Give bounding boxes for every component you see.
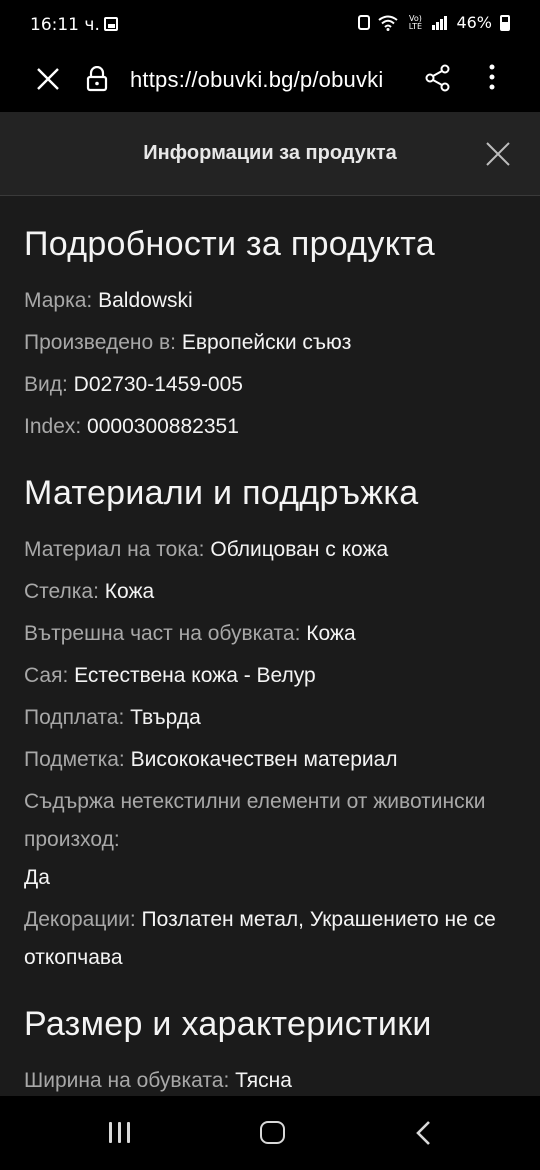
detail-row: Сая: Естествена кожа - Велур [24,657,516,695]
detail-label: Материал на тока: [24,538,211,561]
detail-value: Да [24,866,50,889]
product-details-section: Подробности за продукта Марка: Baldowski… [24,225,516,446]
detail-row: Марка: Baldowski [24,282,516,320]
detail-label: Сая: [24,664,75,687]
lock-icon[interactable] [86,66,108,92]
detail-label: Стелка: [24,580,105,603]
close-tab-icon[interactable] [34,65,62,93]
detail-value: Кожа [104,580,155,603]
detail-value: Кожа [306,622,356,645]
share-icon[interactable] [425,64,451,92]
browser-toolbar: https://obuvki.bg/p/obuvki [0,48,540,112]
detail-value: 0000300882351 [87,415,239,438]
home-icon[interactable] [260,1121,285,1144]
detail-label: Ширина на обувката: [24,1069,236,1092]
section-title: Размер и характеристики [24,1005,432,1043]
signal-icon [432,15,448,30]
detail-label: Вид: [24,373,74,396]
size-section: Размер и характеристики Ширина на обувка… [24,1005,516,1096]
detail-value: Облицован с кожа [210,538,389,561]
gallery-notification-icon [104,17,118,31]
detail-label: Вътрешна част на обувката: [24,622,307,645]
status-icons: Vo) LTE 46% [358,13,510,32]
detail-row: Вид: D02730-1459-005 [24,366,516,404]
detail-row: Подплата: Твърда [24,699,516,737]
back-icon[interactable] [414,1120,434,1146]
detail-row: Подметка: Висококачествен материал [24,741,516,779]
detail-row: Съдържа нетекстилни елементи от животинс… [24,783,516,897]
battery-percent: 46% [456,13,492,32]
detail-value: Европейски съюз [181,331,352,354]
detail-row: Стелка: Кожа [24,573,516,611]
detail-row: Произведено в: Европейски съюз [24,324,516,362]
detail-label: Подметка: [24,748,131,771]
detail-row: Вътрешна част на обувката: Кожа [24,615,516,653]
recents-icon[interactable] [109,1122,130,1143]
system-nav-bar [0,1096,540,1170]
detail-label: Подплата: [24,706,131,729]
sheet-header: Информации за продукта [0,112,540,196]
detail-value: Твърда [130,706,201,729]
url-field[interactable]: https://obuvki.bg/p/obuvki [130,67,404,93]
detail-row: Материал на тока: Облицован с кожа [24,531,516,569]
sheet-title: Информации за продукта [143,142,397,164]
detail-row: Ширина на обувката: Тясна [24,1062,516,1096]
volte-label: Vo) LTE [408,13,423,31]
detail-label: Произведено в: [24,331,182,354]
detail-value: Висококачествен материал [130,748,398,771]
detail-label: Съдържа нетекстилни елементи от животинс… [24,790,486,851]
battery-icon [500,14,510,31]
materials-section: Материали и поддръжка Материал на тока: … [24,474,516,977]
detail-label: Index: [24,415,88,438]
status-time: 16:11 ч. [30,15,100,35]
section-title: Материали и поддръжка [24,474,419,512]
section-title: Подробности за продукта [24,225,435,263]
detail-row: Index: 0000300882351 [24,408,516,446]
close-sheet-icon[interactable] [484,140,512,168]
detail-label: Декорации: [24,908,142,931]
status-bar: 16:11 ч. Vo) LTE 46% [0,0,540,48]
detail-value: Baldowski [98,289,193,312]
more-options-icon[interactable] [482,62,502,92]
battery-saver-icon [358,15,371,30]
detail-value: D02730-1459-005 [73,373,243,396]
detail-value: Естествена кожа - Велур [74,664,316,687]
detail-value: Тясна [235,1069,292,1092]
detail-row: Декорации: Позлатен метал, Украшението н… [24,901,516,977]
product-info-content[interactable]: Подробности за продукта Марка: Baldowski… [0,197,540,1096]
detail-label: Марка: [24,289,99,312]
wifi-icon [378,15,399,31]
